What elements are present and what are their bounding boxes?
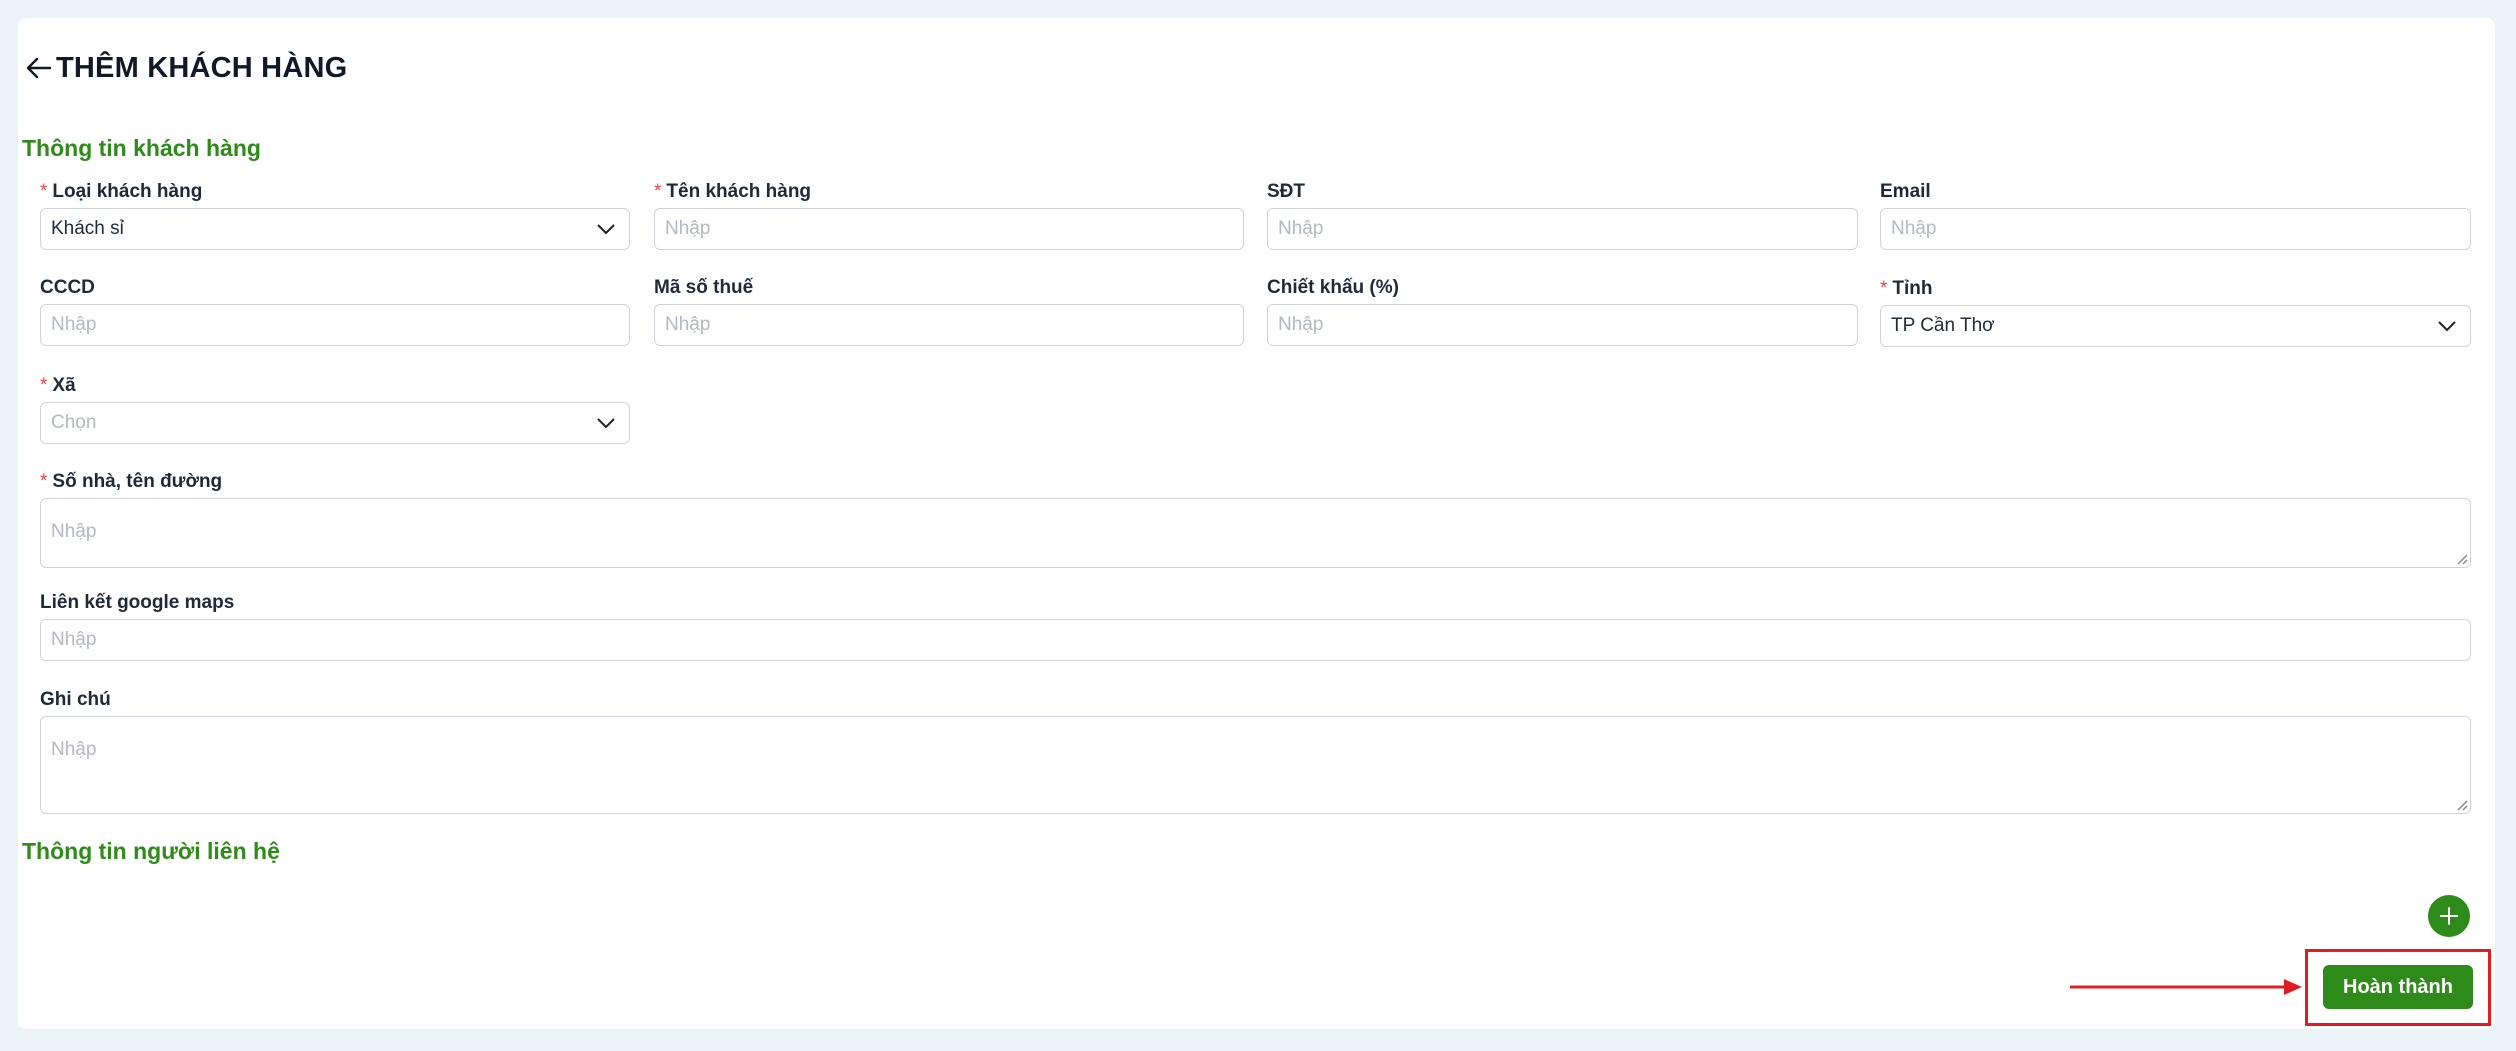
tax-code-placeholder: Nhập: [665, 314, 711, 335]
add-contact-button[interactable]: [2428, 895, 2470, 937]
email-label: Email: [1880, 181, 1931, 202]
id-card-label: CCCD: [40, 277, 95, 298]
province-select[interactable]: TP Cần Thơ: [1880, 305, 2471, 347]
required-mark: *: [1880, 278, 1888, 299]
arrow-right-icon: [2070, 979, 2302, 995]
province-label: Tỉnh: [1892, 278, 1933, 299]
required-mark: *: [40, 471, 48, 492]
discount-placeholder: Nhập: [1278, 314, 1324, 335]
required-mark: *: [40, 375, 48, 396]
tax-code-label: Mã số thuế: [654, 277, 754, 298]
resize-handle-icon[interactable]: [2454, 797, 2468, 811]
tax-code-input[interactable]: Nhập: [654, 304, 1244, 346]
maps-link-label: Liên kết google maps: [40, 592, 235, 613]
ward-label: Xã: [52, 375, 76, 396]
chevron-down-icon: [597, 418, 615, 429]
note-placeholder: Nhập: [51, 739, 97, 760]
arrow-left-icon[interactable]: [22, 51, 56, 85]
province-value: TP Cần Thơ: [1891, 315, 1995, 336]
customer-name-input[interactable]: Nhập: [654, 208, 1244, 250]
discount-input[interactable]: Nhập: [1267, 304, 1858, 346]
customer-type-label: Loại khách hàng: [52, 181, 203, 202]
customer-type-field: * Loại khách hàng Khách sỉ: [40, 180, 630, 250]
id-card-placeholder: Nhập: [51, 314, 97, 335]
phone-field: SĐT Nhập: [1267, 180, 1858, 250]
section-title-contact-info: Thông tin người liên hệ: [22, 838, 280, 864]
address-textarea[interactable]: Nhập: [40, 498, 2471, 568]
id-card-field: CCCD Nhập: [40, 276, 630, 346]
plus-icon: [2440, 907, 2458, 925]
maps-link-placeholder: Nhập: [51, 629, 97, 650]
maps-link-field: Liên kết google maps Nhập: [40, 591, 2471, 661]
tax-code-field: Mã số thuế Nhập: [654, 276, 1244, 346]
customer-type-select[interactable]: Khách sỉ: [40, 208, 630, 250]
province-field: * Tỉnh TP Cần Thơ: [1880, 277, 2471, 347]
customer-name-placeholder: Nhập: [665, 218, 711, 239]
phone-label: SĐT: [1267, 181, 1305, 202]
discount-field: Chiết khấu (%) Nhập: [1267, 276, 1858, 346]
note-textarea[interactable]: Nhập: [40, 716, 2471, 814]
customer-name-label: Tên khách hàng: [666, 181, 812, 202]
chevron-down-icon: [597, 224, 615, 235]
section-title-customer-info: Thông tin khách hàng: [22, 135, 261, 161]
ward-placeholder: Chọn: [51, 412, 97, 433]
address-field: * Số nhà, tên đường Nhập: [40, 470, 2471, 568]
chevron-down-icon: [2438, 321, 2456, 332]
ward-select[interactable]: Chọn: [40, 402, 630, 444]
customer-name-field: * Tên khách hàng Nhập: [654, 180, 1244, 250]
finish-button[interactable]: Hoàn thành: [2323, 965, 2473, 1009]
required-mark: *: [40, 181, 48, 202]
address-placeholder: Nhập: [51, 521, 97, 542]
phone-placeholder: Nhập: [1278, 218, 1324, 239]
note-field: Ghi chú Nhập: [40, 688, 2471, 814]
page-header: THÊM KHÁCH HÀNG: [22, 48, 347, 88]
note-label: Ghi chú: [40, 689, 111, 710]
phone-input[interactable]: Nhập: [1267, 208, 1858, 250]
maps-link-input[interactable]: Nhập: [40, 619, 2471, 661]
ward-field: * Xã Chọn: [40, 374, 630, 444]
required-mark: *: [654, 181, 662, 202]
discount-label: Chiết khấu (%): [1267, 277, 1399, 298]
resize-handle-icon[interactable]: [2454, 551, 2468, 565]
address-label: Số nhà, tên đường: [52, 471, 223, 492]
email-input[interactable]: Nhập: [1880, 208, 2471, 250]
customer-type-value: Khách sỉ: [51, 218, 124, 239]
email-placeholder: Nhập: [1891, 218, 1937, 239]
page-title: THÊM KHÁCH HÀNG: [56, 51, 348, 84]
email-field: Email Nhập: [1880, 180, 2471, 250]
id-card-input[interactable]: Nhập: [40, 304, 630, 346]
